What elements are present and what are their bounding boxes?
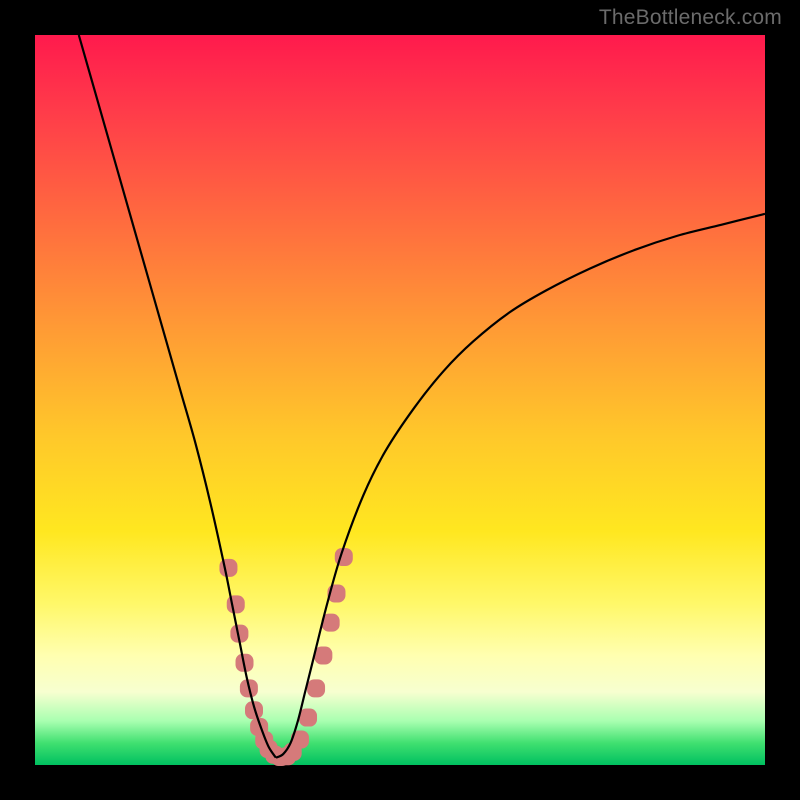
- highlight-dot: [219, 559, 237, 577]
- highlight-dot: [307, 679, 325, 697]
- chart-frame: TheBottleneck.com: [0, 0, 800, 800]
- chart-svg: [35, 35, 765, 765]
- highlight-dot: [227, 595, 245, 613]
- highlight-dot: [314, 647, 332, 665]
- plot-area: [35, 35, 765, 765]
- curve-right-branch: [276, 214, 765, 758]
- highlight-dot: [299, 709, 317, 727]
- watermark-text: TheBottleneck.com: [599, 6, 782, 30]
- curve-left-branch: [79, 35, 276, 758]
